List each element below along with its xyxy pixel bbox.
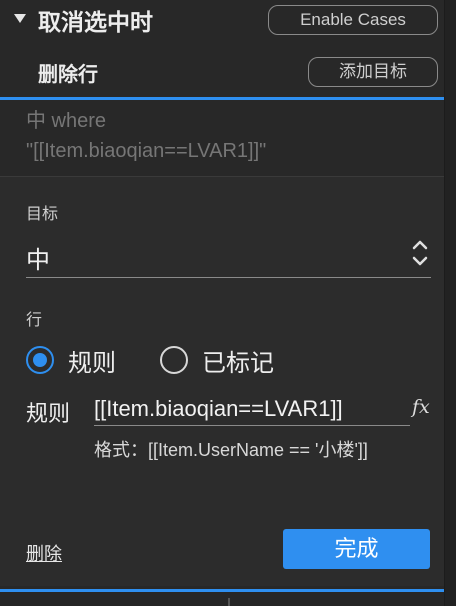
case-name[interactable]: 删除行: [38, 60, 98, 90]
scrollbar-track[interactable]: [444, 0, 456, 606]
fx-icon[interactable]: fx: [412, 396, 430, 418]
row-label: 行: [26, 312, 43, 329]
condition-line-2: "[[Item.biaoqian==LVAR1]]": [26, 140, 267, 162]
delete-link[interactable]: 删除: [26, 540, 62, 566]
radio-rule-label: 规则: [68, 349, 116, 377]
action-editor: [0, 176, 444, 586]
enable-cases-button[interactable]: Enable Cases: [268, 5, 438, 35]
caret-down-icon[interactable]: [14, 14, 26, 23]
done-button[interactable]: 完成: [283, 529, 430, 569]
condition-line-1: 中 where: [26, 110, 107, 132]
radio-marked[interactable]: 已标记: [160, 342, 274, 378]
radio-checked-icon[interactable]: [26, 346, 54, 374]
selection-divider: [0, 97, 444, 100]
add-target-button[interactable]: 添加目标: [308, 57, 438, 87]
interaction-panel: 取消选中时 Enable Cases 删除行 添加目标 中 where "[[I…: [0, 0, 456, 606]
target-select-underline: [26, 277, 431, 278]
target-select[interactable]: 中: [26, 240, 50, 275]
radio-rule[interactable]: 规则: [26, 342, 116, 378]
radio-unchecked-icon[interactable]: [160, 346, 188, 374]
bottom-strip: [0, 592, 444, 606]
target-label: 目标: [26, 206, 59, 223]
interaction-header: 取消选中时 Enable Cases: [0, 0, 444, 48]
divider-tick: [228, 598, 230, 606]
row-mode-radio-group: 规则 已标记: [26, 342, 446, 378]
interaction-title[interactable]: 取消选中时: [38, 6, 153, 38]
radio-marked-label: 已标记: [202, 349, 274, 377]
rule-input[interactable]: [[Item.biaoqian==LVAR1]]: [94, 392, 410, 426]
format-hint: 格式：[[Item.UserName == '小楼']]: [94, 440, 368, 460]
rule-label: 规则: [26, 401, 71, 426]
action-condition: 中 where "[[Item.biaoqian==LVAR1]]": [26, 106, 266, 166]
chevron-updown-icon[interactable]: [410, 236, 430, 270]
case-row: 删除行 添加目标: [0, 56, 444, 96]
